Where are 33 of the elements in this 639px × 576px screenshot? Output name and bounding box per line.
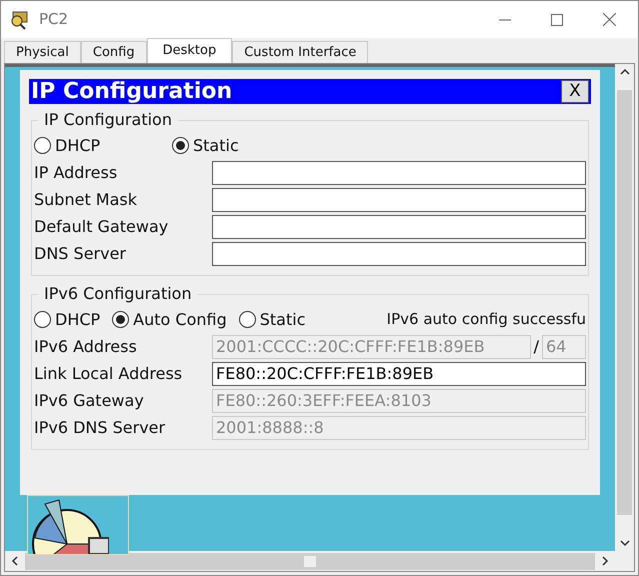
field-label: Default Gateway [34, 216, 170, 238]
radio-option[interactable]: DHCP [34, 134, 160, 158]
maximize-icon[interactable] [551, 14, 563, 26]
tab[interactable]: Desktop [146, 38, 232, 63]
field-label: IPv6 DNS Server [34, 416, 166, 438]
text-field[interactable] [212, 188, 586, 212]
tab[interactable]: Physical [4, 41, 81, 63]
field-label: IP Address [34, 162, 118, 184]
radio-option[interactable]: Static [238, 308, 306, 332]
dialog-title: IP Configuration [31, 80, 232, 102]
tab[interactable]: Config [80, 41, 147, 63]
field-label: DNS Server [34, 242, 127, 264]
text-field[interactable] [212, 214, 586, 238]
window-title: PC2 [39, 9, 68, 30]
radio-option[interactable]: DHCP [34, 308, 100, 332]
scroll-thumb[interactable] [304, 556, 316, 566]
field-label: Subnet Mask [34, 188, 138, 210]
tab[interactable]: Custom Interface [232, 41, 368, 63]
text-field[interactable]: FE80::20C:CFFF:FE1B:89EB [212, 362, 586, 386]
text-field[interactable] [212, 242, 586, 266]
field-label: IPv6 Gateway [34, 390, 145, 412]
text-field[interactable] [212, 160, 586, 184]
prefix-separator: / [534, 336, 539, 358]
close-icon[interactable] [603, 13, 616, 26]
status-text: IPv6 auto config successfu [386, 309, 586, 330]
group-title: IP Configuration [43, 109, 173, 131]
close-button[interactable]: X [561, 80, 589, 103]
radio-option[interactable]: Static [172, 134, 239, 158]
radio-option[interactable]: Auto Config [112, 308, 227, 332]
app-tile[interactable] [27, 495, 129, 555]
group-title: IPv6 Configuration [43, 283, 193, 305]
field-label: Link Local Address [34, 362, 184, 384]
field-label: IPv6 Address [34, 336, 138, 358]
